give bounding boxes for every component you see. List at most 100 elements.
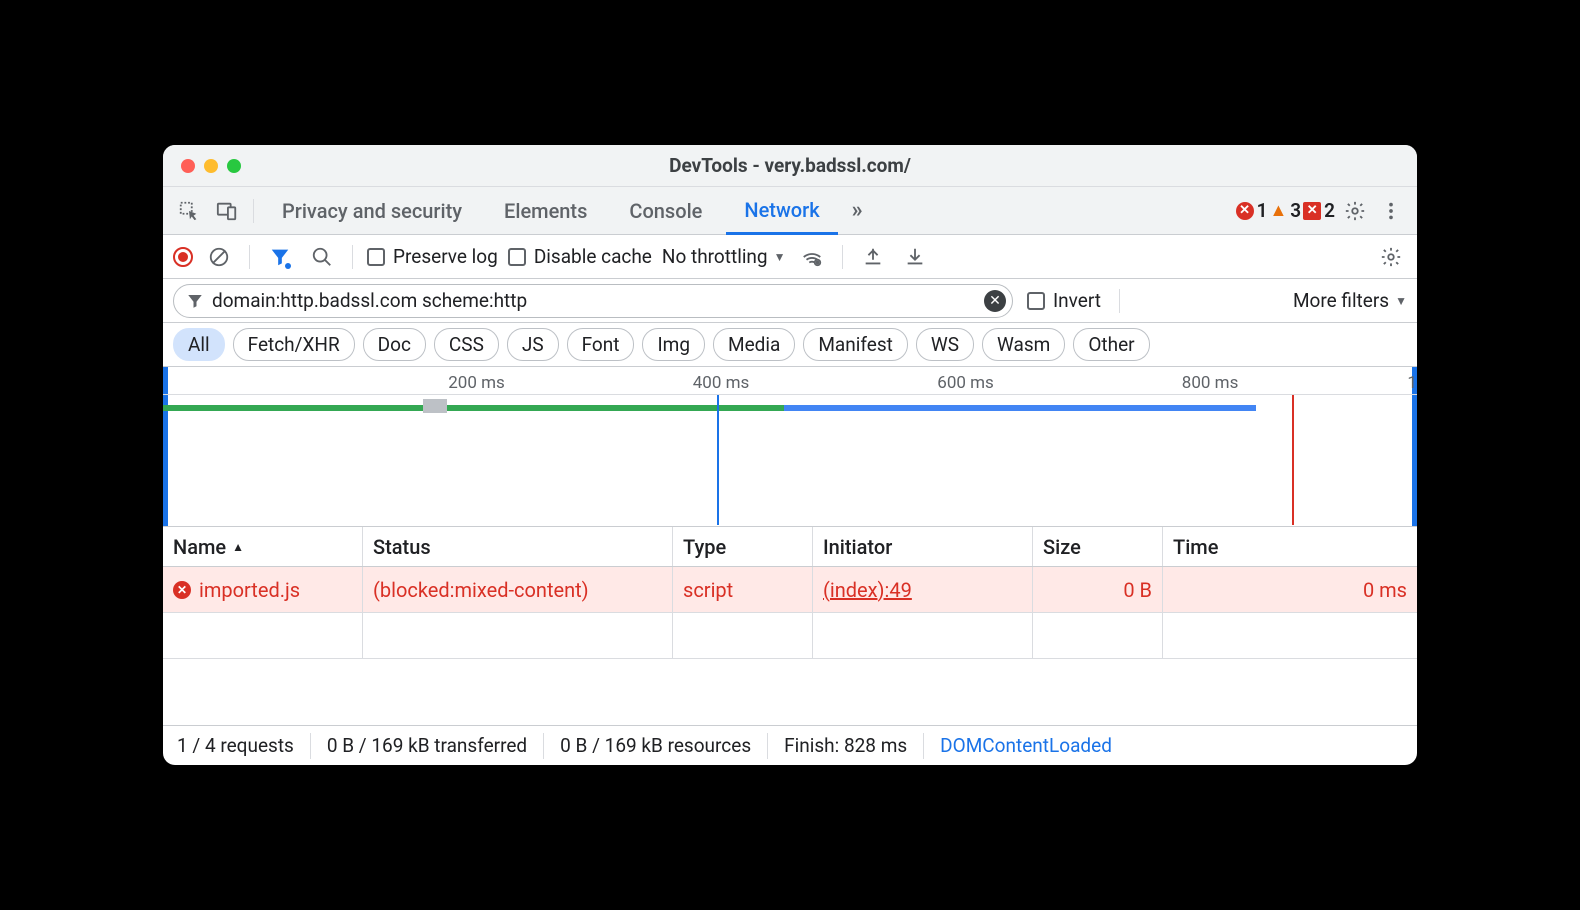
issues-badge[interactable]: ✕2: [1303, 199, 1335, 222]
type-filter-doc[interactable]: Doc: [363, 328, 426, 361]
network-toolbar: Preserve log Disable cache No throttling…: [163, 235, 1417, 279]
sort-arrow-icon: ▲: [232, 540, 244, 554]
type-filter-img[interactable]: Img: [642, 328, 705, 361]
settings-icon[interactable]: [1339, 195, 1371, 227]
chevron-down-icon: ▼: [1395, 294, 1407, 308]
cell-size: 0 B: [1033, 567, 1163, 613]
filter-bar: domain:http.badssl.com scheme:http ✕ Inv…: [163, 279, 1417, 323]
ruler-tick: 1,000 ms: [1407, 373, 1417, 393]
cell-status: (blocked:mixed-content): [363, 567, 673, 613]
type-filter-manifest[interactable]: Manifest: [803, 328, 908, 361]
timeline-ruler: 200 ms 400 ms 600 ms 800 ms 1,000 ms: [163, 367, 1417, 395]
timeline-bar: [784, 405, 1256, 411]
minimize-icon[interactable]: [204, 159, 218, 173]
funnel-small-icon: [186, 292, 204, 310]
filter-input[interactable]: domain:http.badssl.com scheme:http ✕: [173, 284, 1013, 318]
type-filter-js[interactable]: JS: [507, 328, 559, 361]
throttling-select[interactable]: No throttling ▼: [662, 245, 786, 268]
tab-network[interactable]: Network: [726, 189, 837, 235]
record-button[interactable]: [173, 247, 193, 267]
timeline-overview[interactable]: 200 ms 400 ms 600 ms 800 ms 1,000 ms: [163, 367, 1417, 527]
throttling-value: No throttling: [662, 245, 768, 268]
issue-icon: ✕: [1303, 202, 1321, 220]
tab-privacy-and-security[interactable]: Privacy and security: [264, 188, 480, 234]
warnings-badge[interactable]: ▲3: [1269, 199, 1301, 222]
initiator-link[interactable]: (index):49: [823, 578, 912, 602]
invert-checkbox[interactable]: Invert: [1027, 289, 1101, 312]
more-menu-icon[interactable]: [1375, 195, 1407, 227]
timeline-body: [163, 395, 1417, 525]
close-icon[interactable]: [181, 159, 195, 173]
type-filter-all[interactable]: All: [173, 328, 225, 361]
dcl-line: [717, 395, 719, 525]
network-table: Name▲StatusTypeInitiatorSizeTime ✕import…: [163, 527, 1417, 725]
summary-resources: 0 B / 169 kB resources: [544, 733, 768, 759]
error-icon: ✕: [173, 581, 191, 599]
search-icon[interactable]: [306, 241, 338, 273]
titlebar: DevTools - very.badssl.com/: [163, 145, 1417, 187]
separator: [352, 245, 353, 269]
separator: [1119, 289, 1120, 313]
type-filter-wasm[interactable]: Wasm: [982, 328, 1065, 361]
clear-filter-icon[interactable]: ✕: [984, 290, 1006, 312]
clear-icon[interactable]: [203, 241, 235, 273]
invert-label: Invert: [1053, 289, 1101, 312]
summary-dcl[interactable]: DOMContentLoaded: [924, 733, 1128, 759]
separator: [249, 245, 250, 269]
disable-cache-label: Disable cache: [534, 245, 652, 268]
column-header-size[interactable]: Size: [1033, 527, 1163, 566]
network-settings-icon[interactable]: [1375, 241, 1407, 273]
more-filters-button[interactable]: More filters ▼: [1293, 289, 1407, 312]
timeline-bar: [447, 405, 784, 411]
type-filter-other[interactable]: Other: [1073, 328, 1149, 361]
cell-type: script: [673, 567, 813, 613]
tab-console[interactable]: Console: [611, 188, 720, 234]
filter-icon[interactable]: [264, 241, 296, 273]
table-body: ✕imported.js(blocked:mixed-content)scrip…: [163, 567, 1417, 725]
ruler-tick: 600 ms: [937, 373, 994, 393]
filter-query-text: domain:http.badssl.com scheme:http: [212, 289, 976, 312]
inspect-element-icon[interactable]: [173, 195, 205, 227]
error-icon: ✕: [1236, 202, 1254, 220]
import-har-icon[interactable]: [899, 241, 931, 273]
cell-name: ✕imported.js: [163, 567, 363, 613]
tabs-overflow-icon[interactable]: »: [844, 198, 871, 223]
timeline-bar: [423, 399, 447, 413]
type-filter-css[interactable]: CSS: [434, 328, 499, 361]
tab-elements[interactable]: Elements: [486, 188, 605, 234]
devtools-window: DevTools - very.badssl.com/ Privacy and …: [163, 145, 1417, 765]
preserve-log-checkbox[interactable]: Preserve log: [367, 245, 498, 268]
network-conditions-icon[interactable]: [796, 241, 828, 273]
maximize-icon[interactable]: [227, 159, 241, 173]
more-filters-label: More filters: [1293, 289, 1389, 312]
type-filter-media[interactable]: Media: [713, 328, 795, 361]
panel-tab-bar: Privacy and securityElementsConsoleNetwo…: [163, 187, 1417, 235]
disable-cache-checkbox[interactable]: Disable cache: [508, 245, 652, 268]
type-filter-font[interactable]: Font: [567, 328, 635, 361]
export-har-icon[interactable]: [857, 241, 889, 273]
column-header-time[interactable]: Time: [1163, 527, 1417, 566]
type-filter-fetch-xhr[interactable]: Fetch/XHR: [233, 328, 355, 361]
warning-icon: ▲: [1269, 200, 1287, 221]
summary-bar: 1 / 4 requests 0 B / 169 kB transferred …: [163, 725, 1417, 765]
timeline-bar: [163, 405, 423, 411]
column-header-initiator[interactable]: Initiator: [813, 527, 1033, 566]
chevron-down-icon: ▼: [774, 250, 786, 264]
device-toolbar-icon[interactable]: [211, 195, 243, 227]
cell-time: 0 ms: [1163, 567, 1417, 613]
issues-count: 2: [1324, 199, 1335, 222]
ruler-tick: 200 ms: [448, 373, 505, 393]
summary-finish: Finish: 828 ms: [768, 733, 924, 759]
errors-badge[interactable]: ✕1: [1236, 199, 1268, 222]
column-header-status[interactable]: Status: [363, 527, 673, 566]
column-header-type[interactable]: Type: [673, 527, 813, 566]
ruler-tick: 400 ms: [693, 373, 750, 393]
type-filter-ws[interactable]: WS: [916, 328, 974, 361]
table-row[interactable]: ✕imported.js(blocked:mixed-content)scrip…: [163, 567, 1417, 613]
summary-requests: 1 / 4 requests: [177, 733, 311, 759]
summary-transferred: 0 B / 169 kB transferred: [311, 733, 544, 759]
preserve-log-label: Preserve log: [393, 245, 498, 268]
table-row-empty: [163, 613, 1417, 659]
ruler-tick: 800 ms: [1182, 373, 1239, 393]
column-header-name[interactable]: Name▲: [163, 527, 363, 566]
